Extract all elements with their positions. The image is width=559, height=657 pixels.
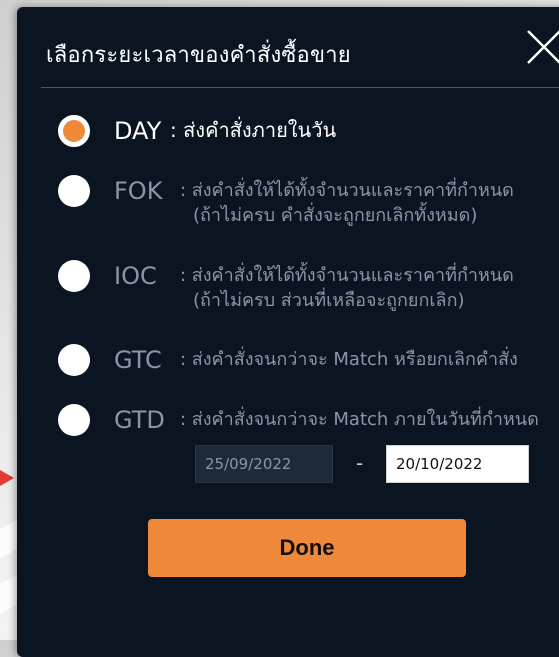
option-description: : ส่งคำสั่งภายในวัน [170,118,337,142]
done-button[interactable]: Done [148,519,466,577]
end-date-field[interactable]: 20/10/2022 [386,445,529,483]
option-description: : ส่งคำสั่งจนกว่าจะ Match ภายในวันที่กำห… [180,409,539,430]
date-separator: - [356,451,364,475]
option-description-note: (ถ้าไม่ครบ คำสั่งจะถูกยกเลิกทั้งหมด) [193,205,478,226]
radio-ioc[interactable] [58,260,90,292]
option-fok[interactable]: FOK : ส่งคำสั่งให้ได้ทั้งจำนวนและราคาที่… [58,175,558,239]
title-divider [41,87,559,88]
radio-day[interactable] [58,115,90,147]
option-code: FOK [114,177,163,205]
option-code: IOC [114,262,157,290]
option-description: : ส่งคำสั่งจนกว่าจะ Match หรือยกเลิกคำสั… [180,349,518,370]
order-duration-dialog: เลือกระยะเวลาของคำสั่งซื้อขาย DAY : ส่งค… [17,7,559,657]
option-day[interactable]: DAY : ส่งคำสั่งภายในวัน [58,115,558,155]
radio-gtd[interactable] [58,404,90,436]
close-button[interactable] [522,25,559,69]
start-date-field[interactable]: 25/09/2022 [195,445,333,483]
option-description: : ส่งคำสั่งให้ได้ทั้งจำนวนและราคาที่กำหน… [180,265,514,286]
radio-fok[interactable] [58,175,90,207]
close-icon [527,30,559,64]
option-ioc[interactable]: IOC : ส่งคำสั่งให้ได้ทั้งจำนวนและราคาที่… [58,260,558,324]
option-code: GTC [114,346,162,374]
radio-gtc[interactable] [58,344,90,376]
option-gtc[interactable]: GTC : ส่งคำสั่งจนกว่าจะ Match หรือยกเลิก… [58,344,558,384]
option-description-note: (ถ้าไม่ครบ ส่วนที่เหลือจะถูกยกเลิก) [193,290,465,311]
dialog-title: เลือกระยะเวลาของคำสั่งซื้อขาย [46,43,351,68]
option-code: DAY [114,117,162,145]
background-arrow-icon [0,470,14,486]
option-description: : ส่งคำสั่งให้ได้ทั้งจำนวนและราคาที่กำหน… [180,180,514,201]
option-gtd[interactable]: GTD : ส่งคำสั่งจนกว่าจะ Match ภายในวันที… [58,404,558,444]
option-code: GTD [114,406,165,434]
